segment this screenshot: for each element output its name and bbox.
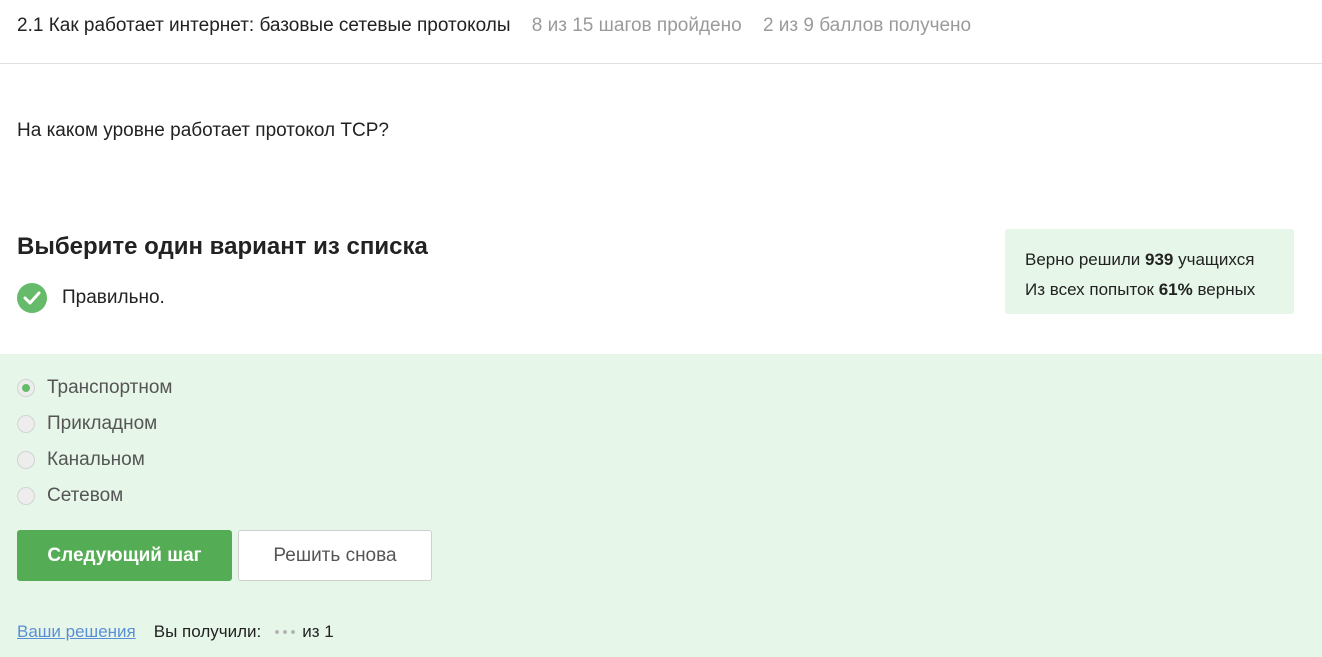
option-network[interactable]: Сетевом (17, 484, 123, 508)
radio-button[interactable] (17, 487, 35, 505)
score-dots-icon (275, 630, 299, 634)
stats-attempts-suffix: верных (1192, 280, 1256, 299)
lesson-header: 2.1 Как работает интернет: базовые сетев… (0, 0, 1322, 64)
stats-attempts-percent: 61% (1158, 280, 1193, 299)
steps-progress: 8 из 15 шагов пройдено (531, 15, 742, 36)
header-row: 2.1 Как работает интернет: базовые сетев… (17, 15, 971, 37)
your-solutions-link[interactable]: Ваши решения (17, 622, 136, 642)
question-text: На каком уровне работает протокол TCP? (17, 120, 389, 141)
option-link[interactable]: Канальном (17, 448, 145, 472)
radio-button[interactable] (17, 379, 35, 397)
stats-solved-count: 939 (1145, 250, 1174, 269)
result-text: Правильно. (62, 287, 165, 308)
option-label: Сетевом (47, 485, 124, 506)
next-step-button[interactable]: Следующий шаг (17, 530, 232, 581)
radio-button[interactable] (17, 415, 35, 433)
result-status: Правильно. (17, 283, 165, 313)
option-transport[interactable]: Транспортном (17, 376, 173, 400)
stats-solved-prefix: Верно решили (1025, 250, 1145, 269)
score-progress: 2 из 9 баллов получено (762, 15, 972, 36)
footer-row: Ваши решения Вы получили: из 1 (17, 622, 334, 642)
stats-panel: Верно решили 939 учащихся Из всех попыто… (1005, 229, 1294, 314)
option-label: Прикладном (47, 413, 158, 434)
lesson-title: 2.1 Как работает интернет: базовые сетев… (17, 15, 511, 36)
stats-solved-line: Верно решили 939 учащихся (1025, 245, 1294, 275)
choice-prompt: Выберите один вариант из списка (17, 233, 428, 260)
check-circle-icon (17, 283, 47, 313)
solve-again-button[interactable]: Решить снова (238, 530, 432, 581)
option-label: Канальном (47, 449, 145, 470)
radio-button[interactable] (17, 451, 35, 469)
received-label: Вы получили: (153, 622, 262, 641)
score-total: из 1 (302, 622, 334, 641)
option-label: Транспортном (47, 377, 173, 398)
stats-attempts-line: Из всех попыток 61% верных (1025, 275, 1294, 305)
option-application[interactable]: Прикладном (17, 412, 157, 436)
stats-attempts-prefix: Из всех попыток (1025, 280, 1159, 299)
stats-solved-suffix: учащихся (1173, 250, 1255, 269)
answer-area: Транспортном Прикладном Канальном Сетево… (0, 354, 1322, 657)
